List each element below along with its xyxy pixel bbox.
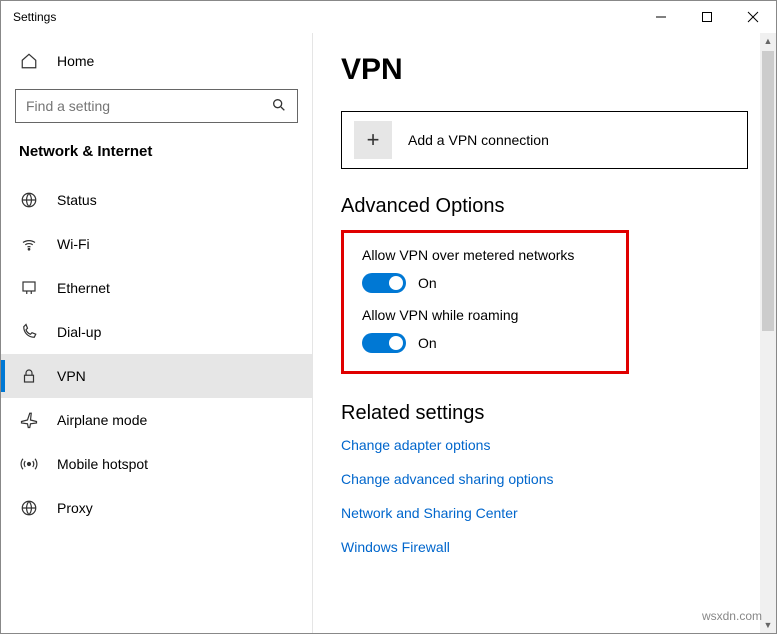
main-panel: VPN + Add a VPN connection Advanced Opti… xyxy=(313,33,776,633)
sidebar-item-status[interactable]: Status xyxy=(1,178,312,222)
sidebar-item-label: Airplane mode xyxy=(57,412,147,428)
toggle-metered-state: On xyxy=(418,275,437,291)
highlighted-region: Allow VPN over metered networks On Allow… xyxy=(341,230,629,374)
window-controls xyxy=(638,1,776,33)
sidebar-item-ethernet[interactable]: Ethernet xyxy=(1,266,312,310)
sidebar-item-dialup[interactable]: Dial-up xyxy=(1,310,312,354)
add-vpn-label: Add a VPN connection xyxy=(408,132,549,148)
search-input[interactable] xyxy=(26,98,271,114)
home-link[interactable]: Home xyxy=(1,39,312,83)
sidebar-item-label: Ethernet xyxy=(57,280,110,296)
sidebar-item-label: Status xyxy=(57,192,97,208)
scroll-up-icon[interactable]: ▲ xyxy=(760,33,776,49)
sidebar: Home Network & Internet Status Wi-Fi Eth… xyxy=(1,33,313,633)
window-title: Settings xyxy=(13,10,638,24)
search-box[interactable] xyxy=(15,89,298,123)
minimize-button[interactable] xyxy=(638,1,684,33)
vpn-icon xyxy=(19,367,39,385)
sidebar-item-label: Proxy xyxy=(57,500,93,516)
dialup-icon xyxy=(19,323,39,341)
maximize-button[interactable] xyxy=(684,1,730,33)
sidebar-item-vpn[interactable]: VPN xyxy=(1,354,312,398)
proxy-icon xyxy=(19,499,39,517)
related-settings-heading: Related settings xyxy=(341,402,748,425)
toggle-roaming[interactable] xyxy=(362,333,406,353)
sidebar-item-label: Wi-Fi xyxy=(57,236,90,252)
hotspot-icon xyxy=(19,455,39,473)
scrollbar-thumb[interactable] xyxy=(762,51,774,331)
wifi-icon xyxy=(19,235,39,253)
link-windows-firewall[interactable]: Windows Firewall xyxy=(341,539,748,555)
toggle-metered-label: Allow VPN over metered networks xyxy=(362,247,608,263)
sidebar-item-wifi[interactable]: Wi-Fi xyxy=(1,222,312,266)
page-title: VPN xyxy=(341,53,748,87)
home-icon xyxy=(19,52,39,70)
ethernet-icon xyxy=(19,279,39,297)
toggle-roaming-state: On xyxy=(418,335,437,351)
sidebar-item-label: Mobile hotspot xyxy=(57,456,148,472)
sidebar-item-label: Dial-up xyxy=(57,324,101,340)
search-icon xyxy=(271,97,287,116)
toggle-metered[interactable] xyxy=(362,273,406,293)
scrollbar[interactable]: ▲ ▼ xyxy=(760,33,776,633)
titlebar: Settings xyxy=(1,1,776,33)
add-vpn-button[interactable]: + Add a VPN connection xyxy=(341,111,748,169)
sidebar-item-airplane[interactable]: Airplane mode xyxy=(1,398,312,442)
plus-icon: + xyxy=(354,121,392,159)
sidebar-item-label: VPN xyxy=(57,368,86,384)
sidebar-item-hotspot[interactable]: Mobile hotspot xyxy=(1,442,312,486)
link-sharing-options[interactable]: Change advanced sharing options xyxy=(341,471,748,487)
scroll-down-icon[interactable]: ▼ xyxy=(760,617,776,633)
watermark: wsxdn.com xyxy=(702,609,762,623)
status-icon xyxy=(19,191,39,209)
link-network-center[interactable]: Network and Sharing Center xyxy=(341,505,748,521)
advanced-options-heading: Advanced Options xyxy=(341,195,748,218)
section-title: Network & Internet xyxy=(1,137,312,178)
link-adapter-options[interactable]: Change adapter options xyxy=(341,437,748,453)
home-label: Home xyxy=(57,53,94,69)
close-button[interactable] xyxy=(730,1,776,33)
toggle-roaming-label: Allow VPN while roaming xyxy=(362,307,608,323)
airplane-icon xyxy=(19,411,39,429)
sidebar-item-proxy[interactable]: Proxy xyxy=(1,486,312,530)
